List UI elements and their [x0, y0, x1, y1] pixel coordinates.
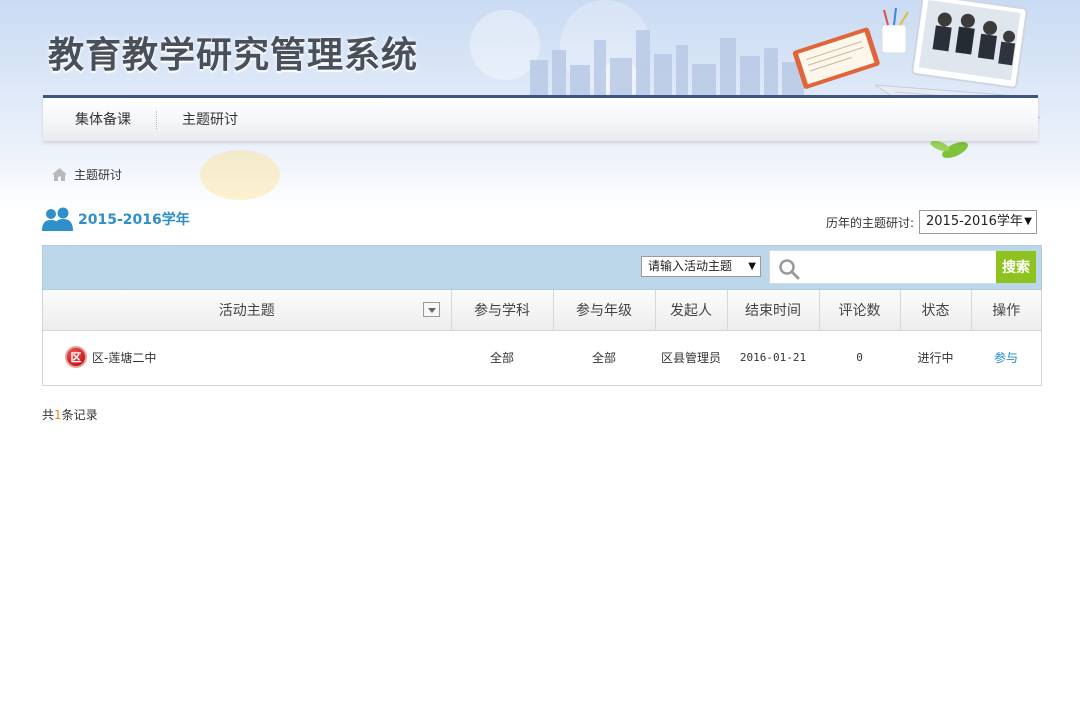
- record-count: 共1条记录: [42, 406, 98, 423]
- nav-item-topic-discussion[interactable]: 主题研讨: [156, 110, 263, 129]
- search-button[interactable]: 搜索: [996, 251, 1036, 283]
- column-menu-dropdown-icon[interactable]: [422, 302, 440, 317]
- column-header-status: 状态: [900, 290, 972, 331]
- table-header-row: 活动主题 参与学科 参与年级 发起人 结束时间 评论数 状态 操作: [43, 290, 1041, 331]
- history-year-value: 2015-2016学年: [926, 214, 1023, 229]
- cell-subject: 全部: [489, 350, 514, 365]
- records-suffix: 条记录: [61, 408, 98, 422]
- topic-filter-select[interactable]: 请输入活动主题 ▼: [641, 256, 761, 277]
- bokeh-decoration: [200, 150, 280, 200]
- cell-topic: 区 区-莲塘二中: [43, 330, 451, 384]
- home-icon[interactable]: [52, 168, 67, 181]
- column-header-topic: 活动主题: [43, 290, 452, 331]
- cell-end-time: 2016-01-21: [739, 350, 807, 364]
- dropdown-arrow-icon: ▼: [1024, 216, 1032, 227]
- records-prefix: 共: [42, 408, 55, 422]
- nav-item-collective-prep[interactable]: 集体备课: [43, 111, 156, 129]
- cell-initiator: 区县管理员: [660, 350, 721, 365]
- join-link[interactable]: 参与: [994, 351, 1018, 365]
- site-title: 教育教学研究管理系统: [48, 35, 419, 76]
- breadcrumb-current: 主题研讨: [74, 168, 123, 182]
- cell-comments: 0: [856, 350, 863, 364]
- column-header-initiator: 发起人: [655, 290, 728, 331]
- table-row: 区 区-莲塘二中 全部 全部 区县管理员 2016-01-21 0 进行中 参与: [43, 330, 1041, 384]
- breadcrumb: 主题研讨: [52, 166, 122, 183]
- district-badge-icon: 区: [65, 346, 87, 369]
- cell-status: 进行中: [917, 350, 954, 365]
- column-header-comments: 评论数: [819, 290, 901, 331]
- search-bar: 请输入活动主题 ▼ 搜索: [42, 245, 1042, 290]
- cell-action: 参与: [971, 330, 1041, 384]
- topic-filter-value: 请输入活动主题: [648, 259, 733, 273]
- history-year-select[interactable]: 2015-2016学年 ▼: [919, 210, 1037, 234]
- history-label: 历年的主题研讨:: [825, 215, 914, 230]
- year-label: 2015-2016学年: [78, 212, 190, 228]
- cell-grade: 全部: [591, 350, 616, 365]
- dropdown-arrow-icon: ▼: [748, 261, 756, 272]
- search-input[interactable]: [804, 254, 990, 280]
- column-header-action: 操作: [971, 290, 1041, 331]
- users-group-icon: [42, 207, 73, 231]
- year-heading: 2015-2016学年: [42, 207, 190, 231]
- search-icon: [779, 259, 800, 280]
- topic-title[interactable]: 区-莲塘二中: [92, 349, 156, 366]
- history-selector: 历年的主题研讨: 2015-2016学年 ▼: [826, 210, 1037, 234]
- main-nav: 集体备课 主题研讨: [43, 95, 1038, 141]
- column-header-end-time: 结束时间: [727, 290, 820, 331]
- column-header-subject: 参与学科: [451, 290, 554, 331]
- records-count: 1: [54, 408, 62, 422]
- column-header-grade: 参与年级: [553, 290, 656, 331]
- search-box: [769, 250, 997, 284]
- topic-table: 活动主题 参与学科 参与年级 发起人 结束时间 评论数 状态 操作 区 区-莲塘…: [42, 290, 1042, 386]
